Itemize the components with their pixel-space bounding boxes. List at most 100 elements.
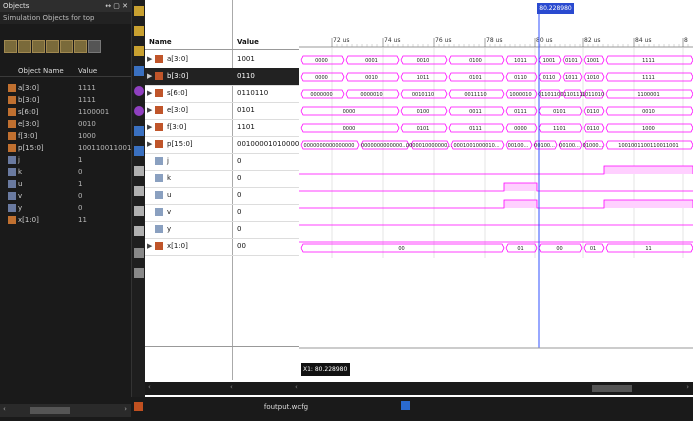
bus-value-label: 0000 (315, 75, 328, 81)
expand-icon[interactable]: ▶ (147, 123, 152, 131)
scroll-thumb[interactable] (30, 407, 70, 414)
signal-row[interactable]: v0 (145, 204, 299, 222)
go-to-cursor-icon[interactable] (134, 86, 144, 96)
scroll-left-icon[interactable]: ‹ (295, 383, 298, 391)
object-row[interactable]: e[3:0] 0010 (0, 118, 131, 130)
scroll-left-icon[interactable]: ‹ (230, 383, 233, 391)
filter-inout-icon[interactable] (32, 40, 45, 53)
signal-icon (155, 208, 163, 216)
bus-value-label: 0111 (514, 109, 527, 115)
filter-input-icon[interactable] (4, 40, 17, 53)
bus-value-label: 0110 (514, 75, 527, 81)
snap-icon[interactable] (134, 226, 144, 236)
scroll-left-icon[interactable]: ‹ (148, 383, 151, 391)
bus-value-label: 1000010 (509, 92, 531, 98)
bus-value-label: 00 (556, 246, 562, 252)
bus-value-label: 0101 (417, 126, 430, 132)
bus-icon (155, 55, 163, 63)
bus-icon (155, 242, 163, 250)
object-row[interactable]: x[1:0] 11 (0, 214, 131, 226)
high-fill (604, 166, 693, 174)
scroll-right-icon[interactable]: › (686, 383, 689, 391)
bus-icon (155, 89, 163, 97)
object-row[interactable]: k0 (0, 166, 131, 178)
expand-icon[interactable]: ▶ (147, 55, 152, 63)
waveform-canvas[interactable]: 72 us 74 us 76 us 78 us 80 us 82 us 84 us 80000… (299, 0, 693, 382)
object-row[interactable]: a[3:0] 1111 (0, 82, 131, 94)
close-icon[interactable] (401, 401, 410, 410)
tab-foutput[interactable]: foutput.wcfg (254, 401, 318, 414)
bus-icon (8, 96, 16, 104)
swap-cursors-icon[interactable] (134, 206, 144, 216)
signal-row[interactable]: ▶ a[3:0] 1001 (145, 51, 299, 69)
object-row[interactable]: f[3:0] 1000 (0, 130, 131, 142)
signal-icon (8, 156, 16, 164)
bus-value-label: 1100001 (637, 92, 659, 98)
cursor-time-label[interactable]: 80.228980 us (537, 3, 574, 23)
expand-icon[interactable]: ▶ (147, 242, 152, 250)
time-tick-label: 76 us (435, 37, 451, 44)
signal-row[interactable]: k0 (145, 170, 299, 188)
window-controls[interactable]: ↔ ▢ ✕ (105, 0, 128, 12)
signal-icon (8, 168, 16, 176)
object-row[interactable]: b[3:0] 1111 (0, 94, 131, 106)
signal-row[interactable]: ▶ f[3:0] 1101 (145, 119, 299, 137)
list-icon[interactable] (134, 268, 144, 278)
object-row[interactable]: u1 (0, 178, 131, 190)
object-row[interactable]: j1 (0, 154, 131, 166)
expand-icon[interactable]: ▶ (147, 140, 152, 148)
filter-variable-icon[interactable] (88, 40, 101, 53)
scroll-thumb[interactable] (592, 385, 632, 392)
bus-value-label: 1001 (543, 58, 556, 64)
signal-row[interactable]: j0 (145, 153, 299, 171)
object-row[interactable]: p[15:0] 1001100110011 (0, 142, 136, 154)
objects-table-header: Object Name Value (0, 64, 131, 77)
wave-horizontal-scrollbar[interactable]: ‹ ‹ ‹ › (145, 382, 693, 395)
bus-value-label: 0000010 (360, 92, 382, 98)
signal-row[interactable]: ▶ s[6:0] 0110110 (145, 85, 299, 103)
signal-row[interactable]: ▶ x[1:0] 00 (145, 238, 299, 256)
signal-row[interactable]: u0 (145, 187, 299, 205)
settings-icon[interactable] (134, 248, 144, 258)
signal-row[interactable]: ▶ p[15:0] 0010000101000010 (145, 136, 308, 154)
bus-value-label: 01000... (583, 143, 604, 149)
bus-value-label: 0000 (514, 126, 527, 132)
object-row[interactable]: v0 (0, 190, 131, 202)
previous-marker-icon[interactable] (134, 166, 144, 176)
bus-value-label: 00100... (559, 143, 580, 149)
scroll-left-icon[interactable]: ‹ (3, 405, 6, 413)
signal-row[interactable]: ▶ b[3:0] 0110 (145, 68, 299, 86)
objects-panel: Objects ↔ ▢ ✕ Simulation Objects for top… (0, 0, 136, 421)
zoom-in-icon[interactable] (134, 26, 144, 36)
high-fill (504, 200, 537, 208)
bus-value-label: 0010 (642, 109, 655, 115)
objects-scrollbar[interactable]: ‹ › (0, 404, 131, 417)
save-icon[interactable] (134, 6, 144, 16)
filter-constant-icon[interactable] (60, 40, 73, 53)
filter-other-icon[interactable] (74, 40, 87, 53)
col-object-name: Object Name (18, 67, 64, 75)
signal-row[interactable]: ▶ e[3:0] 0101 (145, 102, 299, 120)
signal-icon (155, 225, 163, 233)
next-transition-icon[interactable] (134, 126, 144, 136)
bus-value-label: 0001001000010... (453, 143, 500, 149)
expand-icon[interactable]: ▶ (147, 72, 152, 80)
wave-config-icon (134, 402, 143, 411)
bus-value-label: 0011 (469, 109, 482, 115)
waveform-panel[interactable]: 72 us 74 us 76 us 78 us 80 us 82 us 84 us 8 0000… (299, 0, 693, 421)
signal-row[interactable]: y0 (145, 221, 299, 239)
previous-transition-icon[interactable] (134, 106, 144, 116)
zoom-fit-icon[interactable] (134, 66, 144, 76)
expand-icon[interactable]: ▶ (147, 106, 152, 114)
scroll-right-icon[interactable]: › (124, 405, 127, 413)
filter-output-icon[interactable] (18, 40, 31, 53)
next-marker-icon[interactable] (134, 186, 144, 196)
filter-internal-icon[interactable] (46, 40, 59, 53)
expand-icon[interactable]: ▶ (147, 89, 152, 97)
object-row[interactable]: s[6:0] 1100001 (0, 106, 131, 118)
zoom-out-icon[interactable] (134, 46, 144, 56)
wave-toolbar (131, 0, 145, 421)
object-row[interactable]: y0 (0, 202, 131, 214)
bus-value-label: 0101 (565, 58, 578, 64)
add-marker-icon[interactable] (134, 146, 144, 156)
